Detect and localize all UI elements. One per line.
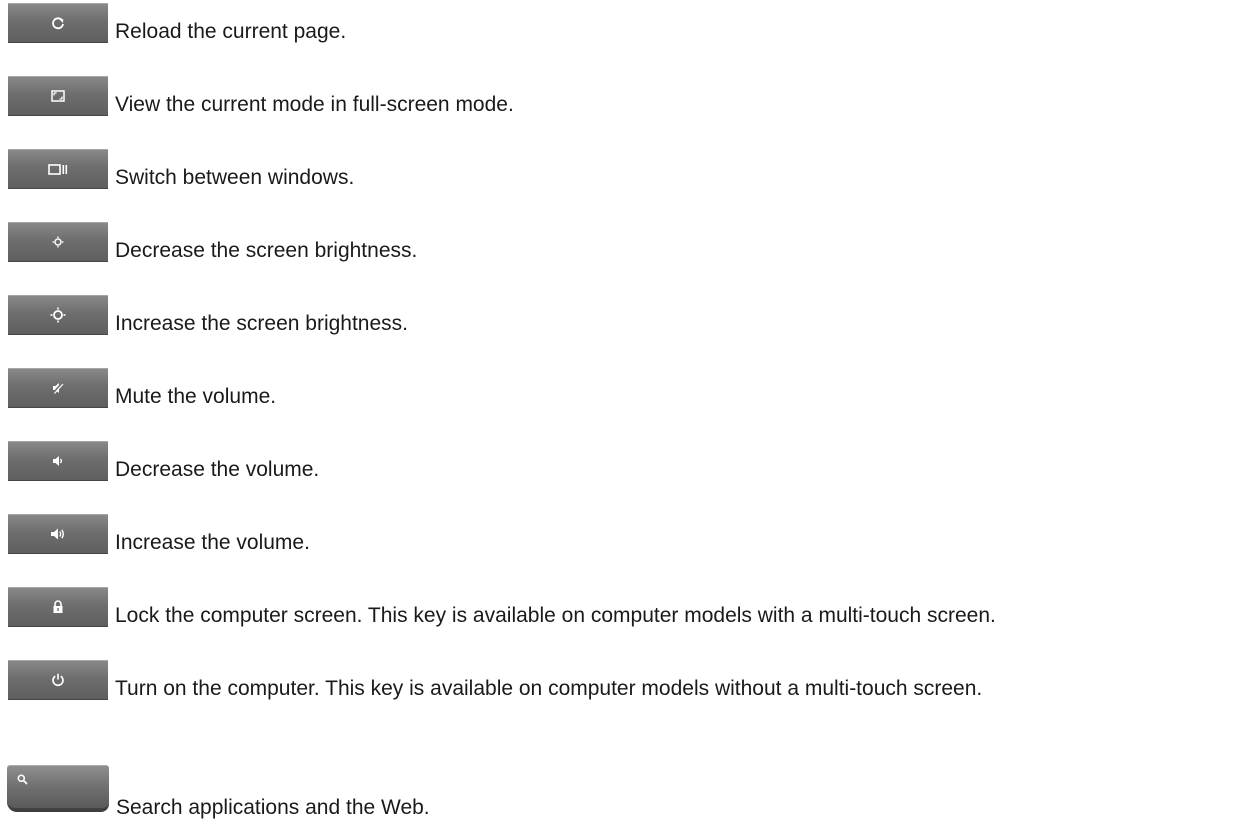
brightness-up-icon: [50, 307, 66, 323]
key-row-brightness-down: Decrease the screen brightness.: [8, 222, 417, 262]
key-row-brightness-up: Increase the screen brightness.: [8, 295, 408, 335]
power-icon: [51, 673, 65, 687]
key-row-switch-windows: Switch between windows.: [8, 149, 354, 189]
power-key: [8, 660, 108, 700]
search-icon: [17, 774, 28, 785]
mute-icon: [52, 382, 64, 394]
search-key: [7, 765, 109, 812]
key-row-search: Search applications and the Web.: [7, 765, 430, 818]
key-description: Mute the volume.: [115, 385, 277, 408]
key-row-power: Turn on the computer. This key is availa…: [8, 660, 982, 700]
brightness-up-key: [8, 295, 108, 335]
key-row-mute: Mute the volume.: [8, 368, 276, 408]
volume-down-key: [8, 441, 108, 481]
key-description: Increase the volume.: [115, 531, 310, 554]
key-description: Decrease the screen brightness.: [115, 239, 418, 262]
brightness-down-icon: [52, 236, 64, 248]
lock-icon: [52, 600, 64, 614]
key-row-volume-up: Increase the volume.: [8, 514, 310, 554]
key-description: Increase the screen brightness.: [115, 312, 408, 335]
key-description: Lock the computer screen. This key is av…: [115, 604, 996, 627]
key-row-lock: Lock the computer screen. This key is av…: [8, 587, 996, 627]
key-row-fullscreen: View the current mode in full-screen mod…: [8, 76, 514, 116]
key-row-reload: Reload the current page.: [8, 3, 346, 43]
lock-key: [8, 587, 108, 627]
fullscreen-key: [8, 76, 108, 116]
volume-down-icon: [52, 455, 64, 467]
mute-key: [8, 368, 108, 408]
switch-windows-icon: [48, 163, 68, 175]
key-row-volume-down: Decrease the volume.: [8, 441, 319, 481]
volume-up-key: [8, 514, 108, 554]
key-description: View the current mode in full-screen mod…: [115, 93, 514, 116]
reload-icon: [51, 16, 65, 30]
brightness-down-key: [8, 222, 108, 262]
key-description: Decrease the volume.: [115, 458, 320, 481]
key-description: Switch between windows.: [115, 166, 355, 189]
switch-windows-key: [8, 149, 108, 189]
key-description: Turn on the computer. This key is availa…: [115, 677, 983, 700]
fullscreen-icon: [51, 90, 65, 102]
key-description: Reload the current page.: [115, 20, 347, 43]
volume-up-icon: [50, 527, 66, 541]
reload-key: [8, 3, 108, 43]
